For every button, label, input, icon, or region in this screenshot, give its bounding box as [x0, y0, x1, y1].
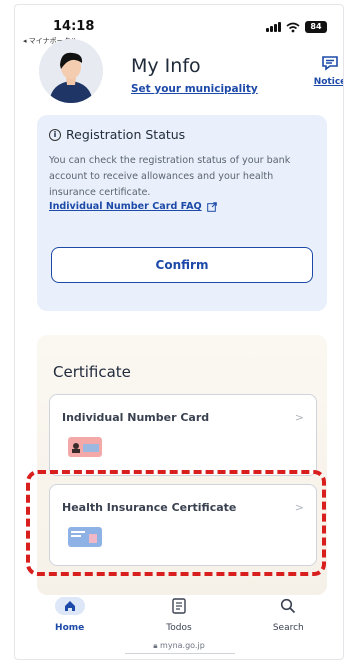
phone-screen: 14:18 ◂ マイナポータル 84 My Info Set your muni… — [14, 4, 344, 660]
user-avatar-icon — [39, 39, 103, 103]
certificate-section: Certificate Individual Number Card > Hea… — [37, 335, 327, 595]
bottom-navigation: Home Todos Search — [15, 587, 343, 639]
home-icon — [54, 597, 85, 615]
nav-label: Search — [272, 623, 304, 633]
lock-icon: 🔒︎ — [153, 641, 158, 650]
registration-status-card: i Registration Status You can check the … — [37, 115, 327, 311]
nav-item-search[interactable]: Search — [248, 587, 328, 639]
notice-button[interactable]: Notice — [310, 55, 344, 87]
url-bar[interactable]: 🔒︎ myna.go.jp — [15, 641, 343, 651]
certificate-item-label: Health Insurance Certificate — [62, 501, 237, 514]
home-indicator — [125, 653, 235, 654]
nav-item-home[interactable]: Home — [30, 587, 110, 639]
system-icons: 84 — [266, 21, 327, 33]
chevron-right-icon: > — [294, 411, 304, 424]
cellular-signal-icon — [266, 22, 281, 32]
wifi-icon — [286, 22, 300, 32]
nav-label: Todos — [166, 623, 192, 633]
avatar — [39, 39, 103, 103]
set-municipality-link[interactable]: Set your municipality — [131, 83, 258, 95]
faq-link[interactable]: Individual Number Card FAQ — [49, 201, 217, 212]
health-insurance-certificate-item[interactable]: Health Insurance Certificate > — [49, 484, 317, 566]
todos-icon — [172, 598, 186, 614]
external-link-icon — [206, 201, 217, 212]
battery-icon: 84 — [305, 21, 327, 33]
confirm-button[interactable]: Confirm — [51, 247, 313, 283]
chevron-right-icon: > — [294, 501, 304, 514]
info-icon: i — [49, 128, 61, 141]
notice-label: Notice — [313, 77, 344, 87]
registration-title: i Registration Status — [49, 127, 185, 142]
status-time: 14:18 — [53, 19, 95, 34]
search-icon — [281, 598, 296, 614]
nav-item-todos[interactable]: Todos — [139, 587, 219, 639]
nav-label: Home — [55, 623, 85, 633]
url-text: myna.go.jp — [160, 641, 205, 650]
insurance-card-icon — [68, 527, 102, 547]
individual-number-card-item[interactable]: Individual Number Card > — [49, 394, 317, 476]
id-card-icon — [68, 437, 102, 457]
faq-link-text: Individual Number Card FAQ — [49, 201, 202, 212]
notice-icon — [322, 56, 338, 71]
certificate-item-label: Individual Number Card — [62, 411, 210, 424]
certificate-heading: Certificate — [53, 363, 131, 381]
registration-description: You can check the registration status of… — [49, 155, 291, 198]
page-title: My Info — [131, 55, 201, 77]
registration-title-text: Registration Status — [66, 127, 186, 142]
